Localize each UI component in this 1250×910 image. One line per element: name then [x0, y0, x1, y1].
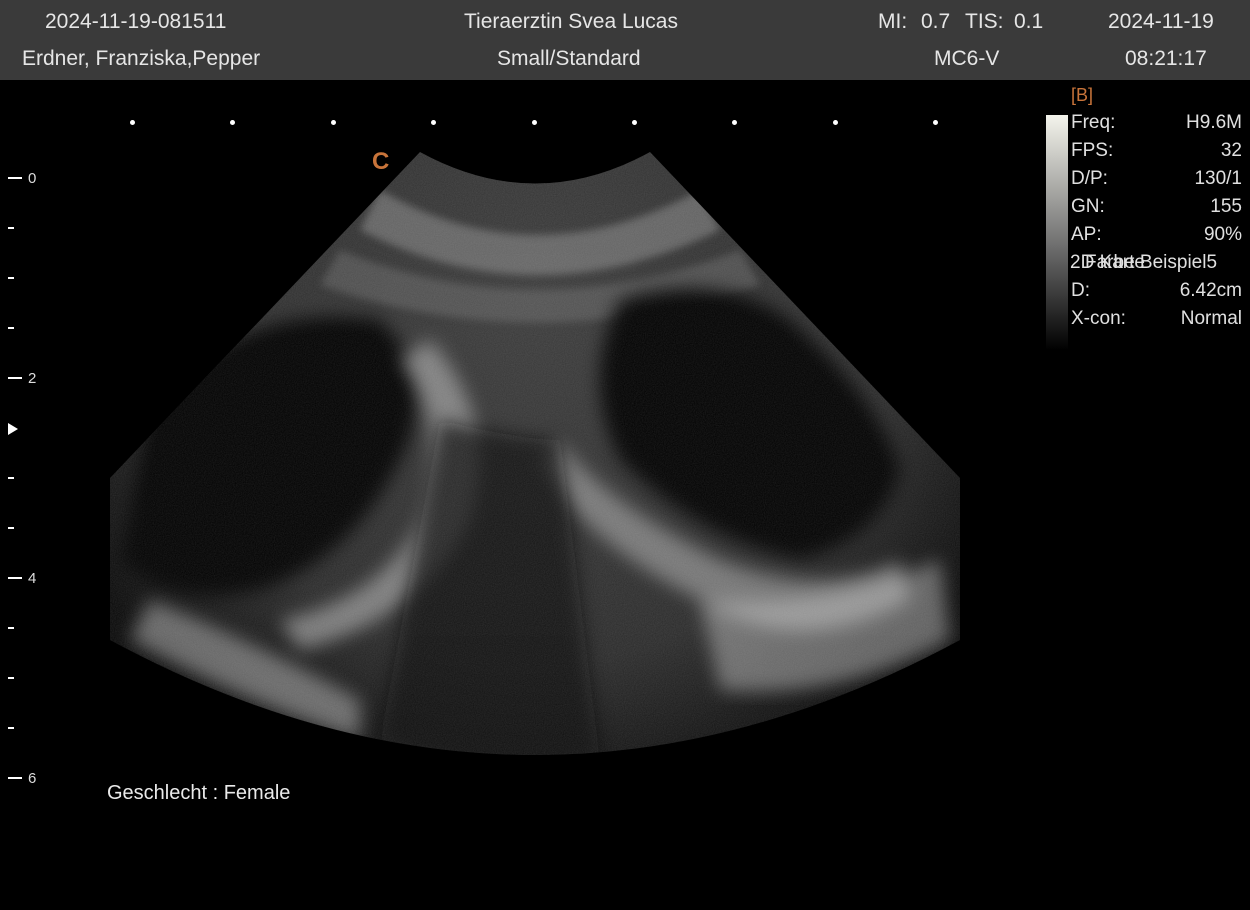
depth-label: 4 [28, 570, 37, 587]
param-label: AP: [1071, 224, 1102, 245]
param-label: D/P: [1071, 168, 1108, 189]
depth-minor-tick [8, 627, 14, 629]
mode-indicator: [B] [1071, 85, 1094, 105]
lateral-marker-dot [130, 120, 135, 125]
depth-minor-tick [8, 727, 14, 729]
param-value: 90% [1203, 224, 1242, 245]
tis-value: 0.1 [1014, 10, 1044, 33]
depth-label: 0 [28, 170, 37, 187]
lateral-marker-dot [732, 120, 737, 125]
param-value: 155 [1210, 196, 1242, 217]
param-value: 130/1 [1194, 168, 1242, 189]
focus-marker-icon [8, 423, 18, 435]
depth-minor-tick [8, 677, 14, 679]
depth-minor-tick [8, 327, 14, 329]
depth-minor-tick [8, 277, 14, 279]
exam-id: 2024-11-19-081511 [45, 10, 227, 33]
preset-name: Small/Standard [497, 47, 641, 70]
exam-date: 2024-11-19 [1108, 10, 1214, 33]
lateral-marker-dot [632, 120, 637, 125]
depth-major-tick [8, 777, 22, 779]
sex-annotation: Geschlecht : Female [107, 782, 291, 804]
patient-name: Erdner, Franziska,Pepper [22, 47, 261, 70]
exam-time: 08:21:17 [1125, 47, 1207, 70]
param-value: 32 [1220, 140, 1242, 161]
param-value: H9.6M [1186, 112, 1242, 133]
param-value: 6.42cm [1179, 280, 1242, 301]
grayscale-bar [1046, 115, 1068, 350]
param-value: Normal [1180, 308, 1242, 329]
param-label: GN: [1071, 196, 1105, 217]
orientation-marker: C [372, 148, 390, 175]
operator-name: Tieraerztin Svea Lucas [464, 10, 678, 33]
probe-name: MC6-V [934, 47, 1000, 70]
overlap-label-color: Farbe Beispiel5 [1085, 252, 1218, 273]
depth-minor-tick [8, 477, 14, 479]
depth-minor-tick [8, 227, 14, 229]
depth-minor-tick [8, 527, 14, 529]
depth-major-tick [8, 577, 22, 579]
mi-value: 0.7 [921, 10, 951, 33]
lateral-marker-dot [331, 120, 336, 125]
lateral-marker-dot [532, 120, 537, 125]
param-label: D: [1071, 280, 1090, 301]
param-label: X-con: [1071, 308, 1126, 329]
depth-major-tick [8, 177, 22, 179]
tis-label: TIS: [965, 10, 1004, 33]
lateral-marker-dot [431, 120, 436, 125]
mi-label: MI: [878, 10, 908, 33]
depth-label: 2 [28, 370, 37, 387]
depth-label: 6 [28, 770, 37, 787]
info-bar: 2024-11-19-081511 Erdner, Franziska,Pepp… [0, 0, 1250, 80]
param-label: Freq: [1071, 112, 1116, 133]
lateral-marker-dot [230, 120, 235, 125]
param-label: FPS: [1071, 140, 1114, 161]
depth-major-tick [8, 377, 22, 379]
lateral-marker-dot [933, 120, 938, 125]
lateral-marker-dot [833, 120, 838, 125]
